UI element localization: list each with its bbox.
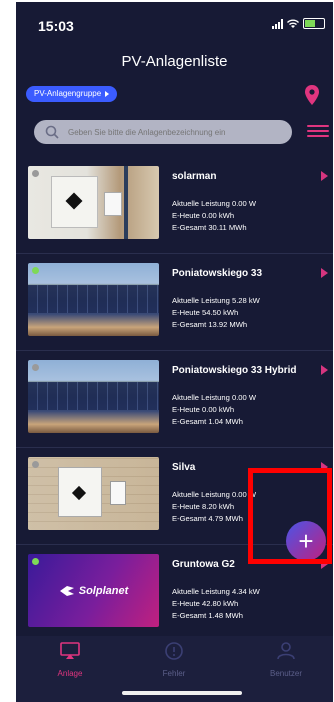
- plant-name: Gruntowa G2: [172, 559, 235, 570]
- total-value: 4.79 MWh: [208, 514, 243, 523]
- today-label: E-Heute: [172, 502, 200, 511]
- plant-image: Solplanet: [28, 554, 159, 627]
- total-value: 13.92 MWh: [208, 320, 248, 329]
- status-dot: [32, 461, 39, 468]
- power-value: 5.28 kW: [231, 296, 260, 305]
- search-input[interactable]: [66, 126, 280, 138]
- today-value: 42.80 kWh: [201, 599, 239, 608]
- wifi-icon: [287, 19, 299, 28]
- list-item[interactable]: solarman Aktuelle Leistung 0.00 W E-Heut…: [16, 157, 333, 254]
- status-dot: [32, 170, 39, 177]
- filter-icon[interactable]: [307, 125, 329, 139]
- total-label: E-Gesamt: [172, 514, 207, 523]
- plant-image: [28, 166, 159, 239]
- today-value: 8.20 kWh: [201, 502, 235, 511]
- chevron-right-icon[interactable]: [321, 365, 328, 375]
- battery-icon: [303, 18, 325, 29]
- status-dot: [32, 364, 39, 371]
- today-label: E-Heute: [172, 211, 200, 220]
- phone-screen: 15:03 PV-Anlagenliste PV-Anlagengruppe s…: [16, 2, 333, 702]
- solplanet-logo: Solplanet: [78, 584, 129, 597]
- triangle-right-icon: [105, 91, 110, 97]
- tab-fehler-label: Fehler: [162, 669, 186, 678]
- chevron-right-icon[interactable]: [321, 268, 328, 278]
- tab-fehler[interactable]: Fehler: [134, 642, 214, 678]
- tab-anlage-label: Anlage: [57, 669, 83, 678]
- alert-circle-icon: [165, 642, 183, 660]
- search-bar[interactable]: [34, 120, 292, 144]
- monitor-icon: [60, 642, 80, 659]
- power-label: Aktuelle Leistung: [172, 587, 230, 596]
- power-value: 0.00 W: [231, 393, 257, 402]
- today-value: 54.50 kWh: [201, 308, 239, 317]
- total-value: 1.04 MWh: [208, 417, 243, 426]
- status-dot: [32, 558, 39, 565]
- tab-benutzer-label: Benutzer: [269, 669, 303, 678]
- power-value: 4.34 kW: [231, 587, 260, 596]
- today-value: 0.00 kWh: [201, 211, 235, 220]
- total-label: E-Gesamt: [172, 417, 207, 426]
- total-value: 1.48 MWh: [208, 611, 243, 620]
- tab-benutzer[interactable]: Benutzer: [246, 642, 326, 678]
- plant-image: [28, 263, 159, 336]
- search-icon: [45, 125, 59, 139]
- solplanet-logo-icon: [59, 585, 74, 596]
- status-dot: [32, 267, 39, 274]
- plant-name: solarman: [172, 171, 217, 182]
- home-indicator: [122, 691, 242, 695]
- today-value: 0.00 kWh: [201, 405, 235, 414]
- page-title: PV-Anlagenliste: [121, 53, 228, 70]
- plant-name: Poniatowskiego 33 Hybrid: [172, 365, 297, 376]
- status-time: 15:03: [38, 18, 74, 34]
- power-value: 0.00 W: [231, 199, 257, 208]
- plant-group-button[interactable]: PV-Anlagengruppe: [26, 86, 118, 102]
- power-label: Aktuelle Leistung: [172, 199, 230, 208]
- total-label: E-Gesamt: [172, 223, 207, 232]
- plant-image: [28, 360, 159, 433]
- list-item[interactable]: Poniatowskiego 33 Hybrid Aktuelle Leistu…: [16, 351, 333, 448]
- total-value: 30.11 MWh: [208, 223, 247, 232]
- today-label: E-Heute: [172, 308, 200, 317]
- power-label: Aktuelle Leistung: [172, 490, 230, 499]
- today-label: E-Heute: [172, 405, 200, 414]
- status-icons: [272, 18, 325, 29]
- tab-anlage[interactable]: Anlage: [30, 642, 110, 678]
- today-label: E-Heute: [172, 599, 200, 608]
- plant-name: Silva: [172, 462, 196, 473]
- location-pin-icon[interactable]: [303, 84, 321, 106]
- list-item[interactable]: Poniatowskiego 33 Aktuelle Leistung 5.28…: [16, 254, 333, 351]
- signal-icon: [272, 18, 283, 29]
- chevron-right-icon[interactable]: [321, 171, 328, 181]
- total-label: E-Gesamt: [172, 320, 207, 329]
- plant-group-label: PV-Anlagengruppe: [34, 89, 102, 98]
- plant-image: [28, 457, 159, 530]
- user-icon: [277, 642, 295, 660]
- plant-list: solarman Aktuelle Leistung 0.00 W E-Heut…: [16, 157, 333, 642]
- total-label: E-Gesamt: [172, 611, 207, 620]
- plant-name: Poniatowskiego 33: [172, 268, 263, 279]
- power-label: Aktuelle Leistung: [172, 393, 230, 402]
- highlight-box: [248, 468, 332, 564]
- power-label: Aktuelle Leistung: [172, 296, 230, 305]
